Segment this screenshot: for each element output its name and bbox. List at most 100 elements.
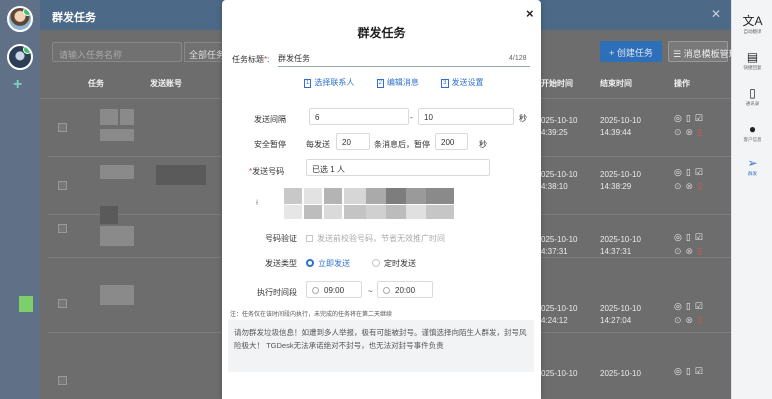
send-now-radio[interactable]: 立即发送: [306, 258, 350, 269]
pause-seconds-input[interactable]: 200: [435, 133, 468, 150]
start-time-cell: 025-10-10 4:39:25: [541, 116, 578, 137]
period-end-input[interactable]: 20:00: [377, 281, 433, 298]
sender-select[interactable]: 已选 1 人: [306, 159, 490, 176]
account-avatar[interactable]: [7, 44, 33, 70]
end-time-cell: 2025-10-10 14:38:29: [600, 170, 641, 191]
panel-title: 群发任务: [52, 12, 96, 24]
row-action-icons[interactable]: ◎▯☑: [674, 232, 707, 243]
column-end-time: 结束时间: [600, 79, 632, 88]
avatar-marker: ⟊: [256, 198, 259, 207]
period-start-input[interactable]: 09:00: [306, 281, 362, 298]
radio-selected-icon: [306, 259, 314, 267]
task-title-label: 任务标题*:: [232, 55, 270, 64]
row-action-icons-2[interactable]: ⊙⊗▯: [674, 246, 706, 257]
char-counter: 4/128: [509, 55, 527, 62]
create-task-button[interactable]: + 创建任务: [600, 41, 662, 62]
blurred-cell: [100, 226, 134, 246]
send-now-label: 立即发送: [318, 259, 350, 268]
row-checkbox[interactable]: [58, 181, 67, 190]
translate-icon[interactable]: 文A 自动翻译: [732, 14, 772, 36]
blurred-cell: [156, 165, 206, 185]
blurred-cell: [120, 109, 134, 125]
column-task: 任务: [88, 79, 104, 88]
customer-info-icon[interactable]: ● 客户信息: [732, 122, 772, 144]
period-note: 注：任务仅在该时间段内执行，未完成的任务将在第二天继续: [230, 312, 393, 318]
task-filter-select[interactable]: 全部任务: [184, 42, 224, 62]
template-manage-label: 消息模板管理: [683, 49, 738, 59]
mass-send-dialog: 群发任务 × 任务标题*: 群发任务 4/128 1 选择联系人 2 编辑消息 3发…: [222, 0, 541, 399]
start-time-cell: 025-10-10 4:24:12: [541, 304, 578, 325]
blurred-cell: [100, 285, 134, 305]
step-nav: 1 选择联系人 2 编辑消息 3 发送设置: [304, 77, 504, 88]
period-separator: ~: [368, 287, 373, 296]
row-action-icons-2[interactable]: ⊙⊗▯: [674, 315, 706, 326]
blurred-cell: [100, 109, 118, 125]
row-action-icons[interactable]: ◎▯☑: [674, 113, 707, 124]
column-start-time: 开始时间: [541, 79, 573, 88]
checkbox-icon: [306, 235, 313, 242]
row-action-icons[interactable]: ◎▯☑: [674, 301, 707, 312]
pause-label: 安全暂停: [254, 140, 286, 149]
contacts-icon[interactable]: ▯ 通讯录: [732, 86, 772, 108]
end-time-cell: 2025-10-10 14:27:04: [600, 304, 641, 325]
start-time-cell: 025-10-10 4:38:10: [541, 170, 578, 191]
period-label: 执行时间段: [257, 288, 297, 297]
verify-label: 号码验证: [265, 234, 297, 243]
blurred-cell: [100, 129, 134, 141]
account-indicator: [19, 296, 33, 312]
end-time-cell: 2025-10-10 14:39:44: [600, 116, 641, 137]
start-time-cell: 025-10-10 4:37:31: [541, 235, 578, 256]
close-icon[interactable]: ×: [526, 6, 534, 21]
warning-box: 请勿群发垃圾信息！如遭到多人举报，极有可能被封号。谨慎选择向陌生人群发，封号风险…: [228, 320, 534, 372]
clock-icon: [383, 287, 390, 294]
row-checkbox[interactable]: [58, 123, 67, 132]
sender-label: *发送号码: [249, 167, 285, 176]
end-time-cell: 2025-10-10: [600, 369, 641, 378]
dialog-title: 群发任务: [357, 26, 406, 40]
quick-reply-icon[interactable]: ▤ 快捷回复: [732, 50, 772, 72]
template-manage-button[interactable]: ☰ 消息模板管理: [668, 41, 738, 62]
pause-every-text: 每发送: [306, 140, 330, 149]
interval-min-input[interactable]: 6: [309, 108, 409, 125]
radio-unselected-icon: [372, 259, 380, 267]
step-send-settings[interactable]: 3 发送设置: [441, 78, 493, 88]
task-search-input[interactable]: 请输入任务名称: [52, 42, 182, 62]
step-edit-message[interactable]: 2 编辑消息: [376, 78, 429, 88]
blurred-cell: [100, 165, 134, 179]
verify-text: 发送前校验号码，节省无效推广时间: [317, 234, 445, 243]
interval-unit: 秒: [519, 114, 527, 123]
right-toolbar: 文A 自动翻译 ▤ 快捷回复 ▯ 通讯录 ● 客户信息 ➢ 群发: [731, 0, 772, 399]
row-checkbox[interactable]: [58, 299, 67, 308]
panel-close-icon[interactable]: ✕: [711, 7, 721, 21]
pause-count-input[interactable]: 20: [336, 133, 370, 150]
pause-unit: 秒: [479, 140, 487, 149]
online-badge: [23, 8, 31, 16]
online-badge: [23, 46, 31, 54]
user-avatar[interactable]: [7, 6, 33, 32]
interval-separator: -: [410, 113, 413, 122]
column-sender: 发送账号: [150, 79, 182, 88]
row-action-icons[interactable]: ◎▯☑: [674, 366, 707, 377]
blurred-cell: [100, 206, 118, 224]
interval-max-input[interactable]: 10: [418, 108, 514, 125]
mass-send-icon[interactable]: ➢ 群发: [732, 156, 772, 178]
row-action-icons-2[interactable]: ⊙⊗▯: [674, 127, 706, 138]
task-title-input[interactable]: 群发任务: [278, 53, 530, 67]
row-checkbox[interactable]: [58, 376, 67, 385]
start-time-cell: 025-10-10: [541, 369, 578, 378]
scheduled-send-radio[interactable]: 定时发送: [372, 258, 416, 269]
end-time-cell: 2025-10-10 14:37:31: [600, 235, 641, 256]
interval-label: 发送间隔: [254, 115, 286, 124]
clock-icon: [312, 287, 319, 294]
left-sidebar: +: [0, 0, 40, 399]
scheduled-send-label: 定时发送: [384, 259, 416, 268]
row-action-icons[interactable]: ◎▯☑: [674, 167, 707, 178]
pause-after-text: 条消息后，暂停: [374, 140, 430, 149]
send-type-label: 发送类型: [265, 259, 297, 268]
row-action-icons-2[interactable]: ⊙⊗▯: [674, 181, 706, 192]
add-account-icon[interactable]: +: [13, 76, 22, 94]
step-select-contacts[interactable]: 1 选择联系人: [304, 78, 364, 88]
row-checkbox[interactable]: [58, 224, 67, 233]
verify-checkbox[interactable]: 发送前校验号码，节省无效推广时间: [306, 233, 445, 244]
column-actions: 操作: [674, 79, 690, 88]
